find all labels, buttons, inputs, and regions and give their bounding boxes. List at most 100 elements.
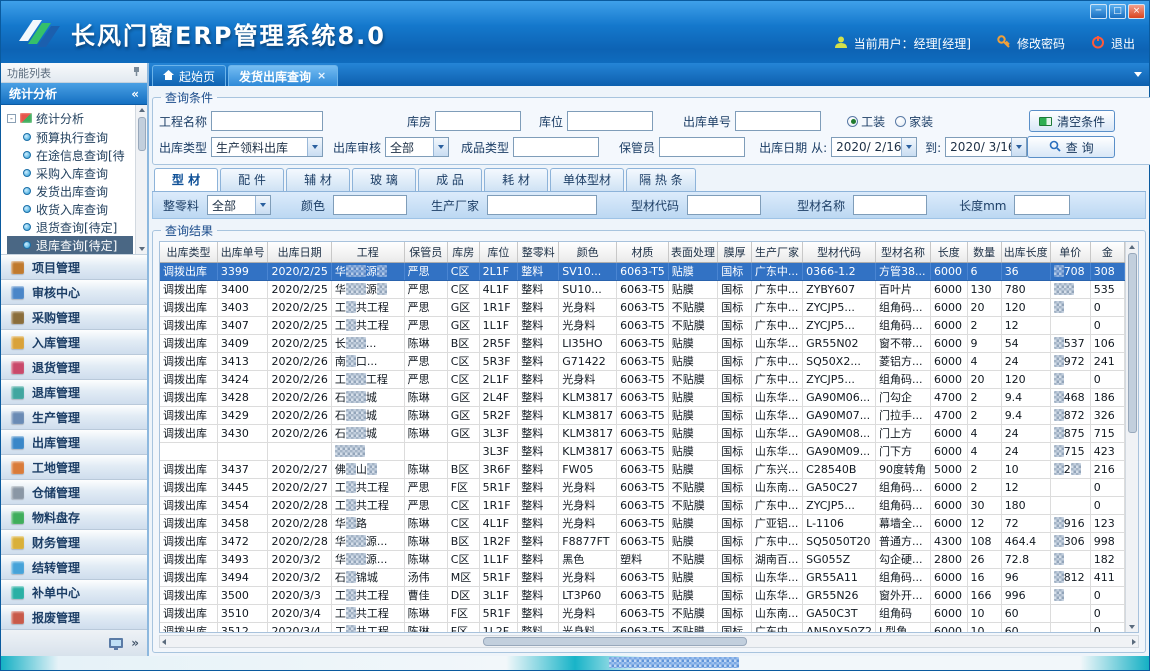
table-row[interactable]: 调拨出库34242020/2/26工工程严思C区2L1F整料光身料6063-T5… [160,370,1125,388]
table-row[interactable]: 调拨出库33992020/2/25华源严思C区2L1F整料SV10...6063… [160,262,1125,280]
table-row[interactable]: 调拨出库34452020/2/27工共工程严思F区5R1F整料光身料6063-T… [160,478,1125,496]
length-input[interactable] [1014,195,1070,215]
material-tab[interactable]: 成 品 [418,168,482,191]
scroll-down-icon[interactable] [139,247,145,251]
product-type-input[interactable] [513,137,599,157]
tab-list-caret-icon[interactable] [1134,72,1142,77]
table-row[interactable]: 调拨出库35102020/3/4工共工程陈琳F区5R1F整料光身料6063-T5… [160,604,1125,622]
sidebar-item-audit-center[interactable]: 审核中心 [1,280,147,305]
whole-part-select[interactable]: 全部 [207,195,271,215]
logout-button[interactable]: 退出 [1111,35,1135,52]
table-row[interactable]: 调拨出库34292020/2/26石城陈琳G区5R2F整料KLM38176063… [160,406,1125,424]
scroll-down-icon[interactable] [1129,625,1135,629]
column-header[interactable]: 库位 [479,242,518,262]
material-tab[interactable]: 隔 热 条 [626,168,696,191]
table-row[interactable]: 调拨出库34582020/2/28华路陈琳C区4L1F整料光身料6063-T5贴… [160,514,1125,532]
material-tab[interactable]: 玻 璃 [352,168,416,191]
tree-item[interactable]: 收货入库查询 [7,200,133,218]
column-header[interactable]: 膜厚 [718,242,752,262]
column-header[interactable]: 保管员 [404,242,447,262]
change-password-link[interactable]: 修改密码 [1017,35,1065,52]
table-row[interactable]: 调拨出库34092020/2/25长...陈琳B区2R5F整料LI35HO606… [160,334,1125,352]
sidebar-item-production[interactable]: 生产管理 [1,405,147,430]
table-row[interactable]: 调拨出库34072020/2/25工共工程严思G区1L1F整料光身料6063-T… [160,316,1125,334]
column-header[interactable]: 生产厂家 [751,242,802,262]
project-name-input[interactable] [211,111,323,131]
table-row[interactable]: 调拨出库34282020/2/26石城陈琳G区2L4F整料KLM38176063… [160,388,1125,406]
tree-item[interactable]: 采购入库查询 [7,164,133,182]
collapse-icon[interactable]: « [131,87,139,101]
table-row[interactable]: 调拨出库34932020/3/2华源...陈琳C区1L1F整料黑色塑料不贴膜国标… [160,550,1125,568]
column-header[interactable]: 表面处理 [668,242,718,262]
profile-code-input[interactable] [687,195,761,215]
table-vertical-scrollbar[interactable] [1125,242,1138,632]
tab-close-icon[interactable]: × [316,71,327,81]
audit-select[interactable]: 全部 [385,137,449,157]
column-header[interactable]: 出库长度 [1001,242,1050,262]
column-header[interactable]: 型材名称 [875,242,930,262]
tree-root[interactable]: - 统计分析 [7,108,133,128]
scroll-up-icon[interactable] [139,108,145,112]
column-header[interactable]: 整零料 [518,242,559,262]
location-input[interactable] [567,111,653,131]
sidebar-item-site[interactable]: 工地管理 [1,455,147,480]
sidebar-item-supplement[interactable]: 补单中心 [1,580,147,605]
clear-conditions-button[interactable]: 清空条件 [1029,110,1115,132]
tab-shipment-outbound-query[interactable]: 发货出库查询 × [228,65,338,86]
tree-item[interactable]: 发货出库查询 [7,182,133,200]
table-row[interactable]: 调拨出库35122020/3/4工共工程陈琳F区1L2F整料光身料6063-T5… [160,622,1125,632]
sidebar-item-purchase[interactable]: 采购管理 [1,305,147,330]
maximize-button[interactable]: □ [1109,4,1126,19]
column-header[interactable]: 工程 [331,242,404,262]
sidebar-item-inbound[interactable]: 入库管理 [1,330,147,355]
table-row[interactable]: 调拨出库34132020/2/26南口...严思C区5R3F整料G7142260… [160,352,1125,370]
expander-icon[interactable]: - [7,114,16,123]
sidebar-item-scrap[interactable]: 报废管理 [1,605,147,630]
table-row[interactable]: 调拨出库34542020/2/28工共工程严思C区1R1F整料光身料6063-T… [160,496,1125,514]
warehouse-input[interactable] [435,111,521,131]
table-row[interactable]: 调拨出库34372020/2/27佛山陈琳B区3R6F整料FW056063-T5… [160,460,1125,478]
color-input[interactable] [333,195,407,215]
scroll-up-icon[interactable] [1129,245,1135,249]
column-header[interactable]: 出库日期 [268,242,331,262]
pin-icon[interactable] [132,66,141,80]
material-tab[interactable]: 耗 材 [484,168,548,191]
sidebar-item-project[interactable]: 项目管理 [1,255,147,280]
monitor-icon[interactable] [109,638,123,648]
table-row[interactable]: 调拨出库35002020/3/3工共工程曹佳D区3L1F整料LT3P606063… [160,586,1125,604]
table-row[interactable]: 调拨出库34942020/3/2石锦城汤伟M区5R1F整料光身料6063-T5贴… [160,568,1125,586]
out-type-select[interactable]: 生产领料出库 [211,137,323,157]
column-header[interactable]: 颜色 [559,242,617,262]
profile-name-input[interactable] [853,195,927,215]
close-button[interactable]: × [1128,4,1145,19]
table-row[interactable]: 调拨出库34302020/2/26石城陈琳G区3L3F整料KLM38176063… [160,424,1125,442]
column-header[interactable]: 长度 [931,242,968,262]
scroll-thumb[interactable] [1128,253,1137,433]
column-header[interactable]: 单价 [1050,242,1090,262]
scroll-right-icon[interactable] [1132,639,1136,645]
sidebar-item-outbound[interactable]: 出库管理 [1,430,147,455]
search-button[interactable]: 查 询 [1027,136,1115,158]
table-row[interactable]: 调拨出库34722020/2/28华源...陈琳B区1R2F整料F8877FT6… [160,532,1125,550]
date-to-picker[interactable]: 2020/ 3/16 [945,137,1027,157]
column-header[interactable]: 材质 [617,242,669,262]
tab-home[interactable]: 起始页 [152,65,226,86]
more-sections-icon[interactable]: » [131,636,139,650]
sidebar-item-inventory[interactable]: 物料盘存 [1,505,147,530]
column-header[interactable]: 库房 [447,242,479,262]
column-header[interactable]: 型材代码 [803,242,876,262]
column-header[interactable]: 数量 [967,242,1001,262]
tree-scrollbar[interactable] [135,105,147,254]
table-row[interactable]: 3L3F整料KLM38176063-T5贴膜国标山东华...GA90M09...… [160,442,1125,460]
material-tab[interactable]: 单体型材 [550,168,624,191]
sidebar-item-return-goods[interactable]: 退货管理 [1,355,147,380]
scroll-thumb[interactable] [138,117,146,151]
sidebar-item-carryover[interactable]: 结转管理 [1,555,147,580]
scroll-left-icon[interactable] [162,639,166,645]
column-header[interactable]: 出库单号 [217,242,268,262]
material-tab[interactable]: 配 件 [220,168,284,191]
tree-item[interactable]: 预算执行查询 [7,128,133,146]
tree-item[interactable]: 退库查询[待定] [7,236,133,254]
manufacturer-input[interactable] [487,195,597,215]
column-header[interactable]: 出库类型 [160,242,217,262]
